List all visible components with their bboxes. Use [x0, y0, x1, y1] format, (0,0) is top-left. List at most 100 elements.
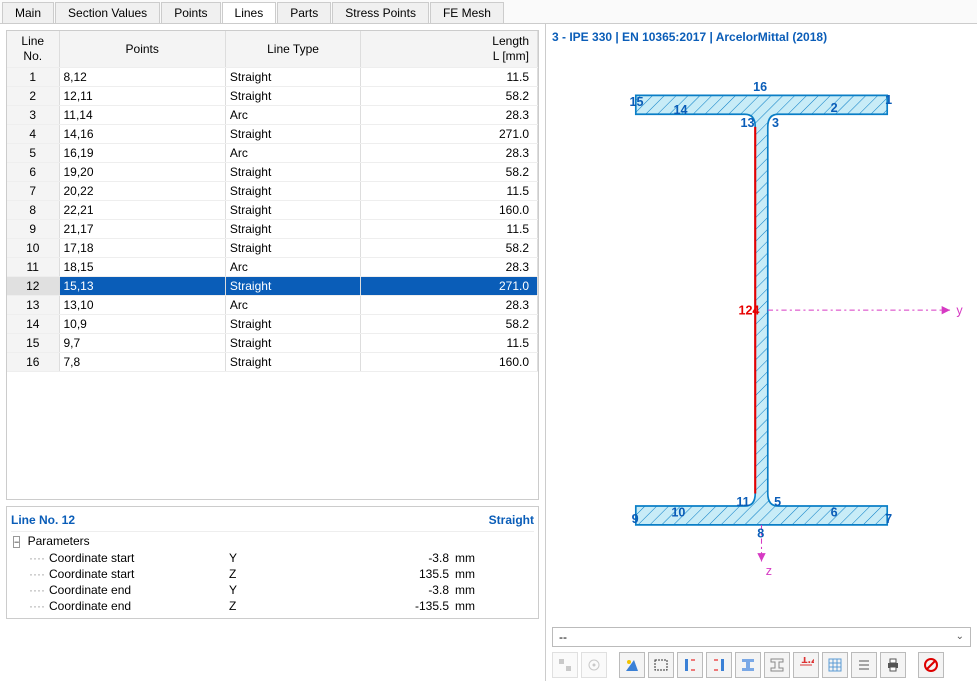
cell-type[interactable]: Straight — [225, 238, 360, 257]
cell-length[interactable]: 58.2 — [361, 162, 538, 181]
cell-type[interactable]: Straight — [225, 67, 360, 86]
cell-points[interactable]: 10,9 — [59, 314, 225, 333]
table-row[interactable]: 1118,15Arc28.3 — [7, 257, 538, 276]
cell-length[interactable]: 58.2 — [361, 238, 538, 257]
cell-length[interactable]: 271.0 — [361, 124, 538, 143]
table-row[interactable]: 18,12Straight11.5 — [7, 67, 538, 86]
tab-section-values[interactable]: Section Values — [55, 2, 160, 23]
cell-points[interactable]: 13,10 — [59, 295, 225, 314]
cancel-icon[interactable] — [918, 652, 944, 678]
svg-text:3: 3 — [772, 116, 779, 130]
tab-main[interactable]: Main — [2, 2, 54, 23]
cell-line-no: 8 — [7, 200, 59, 219]
cell-type[interactable]: Straight — [225, 219, 360, 238]
cell-points[interactable]: 20,22 — [59, 181, 225, 200]
cell-length[interactable]: 28.3 — [361, 143, 538, 162]
parameter-row: ····Coordinate endY-3.8mm — [11, 582, 534, 598]
parameter-row: ····Coordinate endZ-135.5mm — [11, 598, 534, 614]
cell-length[interactable]: 58.2 — [361, 86, 538, 105]
tab-fe-mesh[interactable]: FE Mesh — [430, 2, 504, 23]
cell-line-no: 4 — [7, 124, 59, 143]
cell-points[interactable]: 7,8 — [59, 352, 225, 371]
ibeam-outline-icon[interactable] — [764, 652, 790, 678]
cell-length[interactable]: 271.0 — [361, 276, 538, 295]
cell-length[interactable]: 58.2 — [361, 314, 538, 333]
cell-points[interactable]: 11,14 — [59, 105, 225, 124]
table-row[interactable]: 619,20Straight58.2 — [7, 162, 538, 181]
collapse-icon[interactable]: − — [13, 536, 20, 548]
dimensions-icon[interactable]: 1.2 — [793, 652, 819, 678]
table-row[interactable]: 822,21Straight160.0 — [7, 200, 538, 219]
tab-parts[interactable]: Parts — [277, 2, 331, 23]
cell-type[interactable]: Arc — [225, 295, 360, 314]
table-row[interactable]: 1017,18Straight58.2 — [7, 238, 538, 257]
view-render-icon[interactable] — [619, 652, 645, 678]
stress-right-icon[interactable] — [706, 652, 732, 678]
cell-points[interactable]: 9,7 — [59, 333, 225, 352]
cell-type[interactable]: Straight — [225, 162, 360, 181]
cell-points[interactable]: 8,12 — [59, 67, 225, 86]
cell-points[interactable]: 22,21 — [59, 200, 225, 219]
svg-text:10: 10 — [671, 505, 685, 519]
cell-type[interactable]: Straight — [225, 352, 360, 371]
col-length[interactable]: LengthL [mm] — [361, 31, 538, 67]
cell-type[interactable]: Arc — [225, 105, 360, 124]
cell-points[interactable]: 21,17 — [59, 219, 225, 238]
table-row[interactable]: 167,8Straight160.0 — [7, 352, 538, 371]
cell-line-no: 14 — [7, 314, 59, 333]
table-row[interactable]: 212,11Straight58.2 — [7, 86, 538, 105]
cell-points[interactable]: 14,16 — [59, 124, 225, 143]
table-row[interactable]: 516,19Arc28.3 — [7, 143, 538, 162]
cell-length[interactable]: 28.3 — [361, 295, 538, 314]
table-row[interactable]: 311,14Arc28.3 — [7, 105, 538, 124]
cell-points[interactable]: 19,20 — [59, 162, 225, 181]
table-row[interactable]: 1313,10Arc28.3 — [7, 295, 538, 314]
tab-points[interactable]: Points — [161, 2, 220, 23]
tab-lines[interactable]: Lines — [222, 2, 277, 23]
cell-type[interactable]: Straight — [225, 200, 360, 219]
col-line-no[interactable]: LineNo. — [7, 31, 59, 67]
print-area-icon[interactable] — [648, 652, 674, 678]
list-icon[interactable] — [851, 652, 877, 678]
cell-length[interactable]: 11.5 — [361, 181, 538, 200]
col-points[interactable]: Points — [59, 31, 225, 67]
print-icon[interactable] — [880, 652, 906, 678]
cell-points[interactable]: 15,13 — [59, 276, 225, 295]
param-value: -3.8 — [389, 583, 449, 597]
cell-length[interactable]: 11.5 — [361, 67, 538, 86]
tab-stress-points[interactable]: Stress Points — [332, 2, 429, 23]
cell-length[interactable]: 28.3 — [361, 257, 538, 276]
cell-type[interactable]: Straight — [225, 86, 360, 105]
cell-length[interactable]: 28.3 — [361, 105, 538, 124]
cell-type[interactable]: Straight — [225, 276, 360, 295]
param-unit: mm — [449, 599, 489, 613]
cell-points[interactable]: 17,18 — [59, 238, 225, 257]
section-preview[interactable]: y z 124 1 2 3 5 6 7 8 9 10 11 13 14 — [552, 52, 971, 621]
col-line-type[interactable]: Line Type — [225, 31, 360, 67]
cell-points[interactable]: 12,11 — [59, 86, 225, 105]
cell-type[interactable]: Arc — [225, 143, 360, 162]
table-row[interactable]: 414,16Straight271.0 — [7, 124, 538, 143]
cell-length[interactable]: 11.5 — [361, 219, 538, 238]
svg-text:9: 9 — [632, 512, 639, 526]
table-row[interactable]: 159,7Straight11.5 — [7, 333, 538, 352]
table-row[interactable]: 921,17Straight11.5 — [7, 219, 538, 238]
cell-length[interactable]: 11.5 — [361, 333, 538, 352]
cell-type[interactable]: Straight — [225, 314, 360, 333]
stress-left-icon[interactable] — [677, 652, 703, 678]
cell-points[interactable]: 16,19 — [59, 143, 225, 162]
cell-length[interactable]: 160.0 — [361, 200, 538, 219]
cell-type[interactable]: Straight — [225, 181, 360, 200]
table-row[interactable]: 1215,13Straight271.0 — [7, 276, 538, 295]
table-row[interactable]: 720,22Straight11.5 — [7, 181, 538, 200]
cell-type[interactable]: Straight — [225, 124, 360, 143]
cell-points[interactable]: 18,15 — [59, 257, 225, 276]
table-row[interactable]: 1410,9Straight58.2 — [7, 314, 538, 333]
cell-type[interactable]: Straight — [225, 333, 360, 352]
status-select[interactable]: -- ⌄ — [552, 627, 971, 647]
ibeam-fill-icon[interactable] — [735, 652, 761, 678]
cell-type[interactable]: Arc — [225, 257, 360, 276]
cell-length[interactable]: 160.0 — [361, 352, 538, 371]
grid-icon[interactable] — [822, 652, 848, 678]
preview-title: 3 - IPE 330 | EN 10365:2017 | ArcelorMit… — [552, 26, 971, 48]
